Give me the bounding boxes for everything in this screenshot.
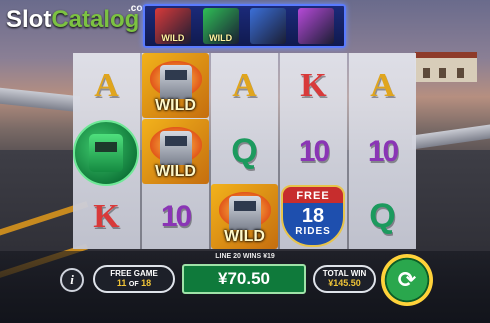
free-game-label: FREE GAME [110, 268, 158, 278]
free-text: FREE [296, 190, 330, 202]
guard-rail [0, 87, 80, 113]
symbol-cell: K [73, 184, 140, 249]
symbol-cell: 10 [280, 119, 347, 184]
spin-icon: ⟳ [397, 267, 417, 293]
blue-truck-slot [250, 8, 287, 44]
info-icon: i [70, 272, 74, 287]
free-game-value: 11 OF 18 [116, 277, 152, 288]
symbol-cell: A [211, 53, 278, 118]
wild-collection-bar: WILD WILD [143, 4, 346, 48]
total-win-display: TOTAL WIN ¥145.50 [313, 265, 376, 293]
collected-wild-green-truck: WILD [202, 8, 239, 44]
wild-truck-symbol: WILD [142, 53, 209, 118]
symbol-k: K [93, 197, 120, 235]
symbol-cell: 10 [349, 119, 416, 184]
guard-rail [412, 124, 490, 150]
collected-wild-red-truck: WILD [154, 8, 191, 44]
spin-button[interactable]: ⟳ [381, 254, 433, 306]
symbol-10: 10 [298, 134, 330, 168]
symbol-10: 10 [160, 199, 192, 233]
symbol-cell: A [73, 53, 140, 118]
free-game-counter: FREE GAME 11 OF 18 [93, 265, 175, 293]
symbol-cell: 10 [142, 184, 209, 249]
mini-wild-label: WILD [209, 33, 233, 43]
wild-label: WILD [155, 163, 196, 180]
logo-catalog: Catalog [51, 6, 140, 33]
symbol-cell: Q [349, 184, 416, 249]
reel-3: A Q WILD [211, 53, 278, 249]
roadside-building [415, 52, 477, 82]
symbol-a: A [94, 66, 119, 104]
mini-wild-label: WILD [161, 33, 185, 43]
logo-slot: Slot [6, 6, 52, 33]
free-rides-scatter: FREE 18 RIDES [281, 185, 345, 247]
reel-5: A 10 Q [349, 53, 416, 249]
symbol-a: A [370, 66, 395, 104]
symbol-cell: A [349, 53, 416, 118]
symbol-k: K [300, 66, 327, 104]
win-amount-display: ¥70.50 [182, 264, 306, 294]
reel-2: WILD WILD 10 [142, 53, 209, 249]
wild-truck-symbol: WILD [142, 119, 209, 184]
free-count: 18 [301, 205, 325, 227]
symbol-cell: Q [211, 119, 278, 184]
symbol-a: A [232, 66, 257, 104]
wild-label: WILD [155, 97, 196, 114]
symbol-10: 10 [367, 134, 399, 168]
purple-truck-slot [298, 8, 335, 44]
symbol-q: Q [369, 197, 396, 235]
wild-label: WILD [224, 228, 265, 245]
symbol-cell: K [280, 53, 347, 118]
total-win-label: TOTAL WIN [322, 269, 367, 278]
symbol-q: Q [231, 132, 258, 170]
green-truck-symbol [73, 120, 139, 186]
total-win-value: ¥145.50 [328, 278, 361, 288]
wild-truck-symbol: WILD [211, 184, 278, 249]
reel-4: K 10 FREE 18 RIDES [280, 53, 347, 249]
site-logo: Slot Catalog .com [6, 3, 151, 34]
rides-text: RIDES [295, 226, 331, 237]
info-button[interactable]: i [60, 268, 84, 292]
